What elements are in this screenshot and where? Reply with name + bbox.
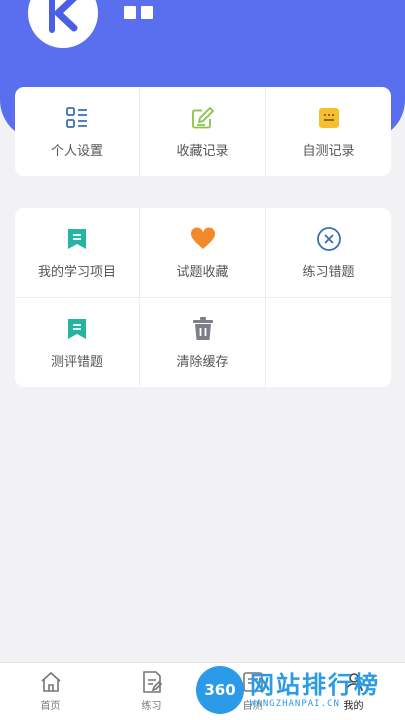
menu-label: 我的学习项目 xyxy=(37,265,116,280)
app-logo-k-icon xyxy=(49,0,78,33)
list-settings-icon xyxy=(63,104,91,132)
bookmark-icon xyxy=(63,315,91,343)
assessment-mistakes-item[interactable]: 测评错题 xyxy=(15,298,140,387)
personal-settings-item[interactable]: 个人设置 xyxy=(15,87,140,176)
watermark-title: 网站排行榜 xyxy=(250,671,380,699)
practice-mistakes-item[interactable]: 练习错题 xyxy=(266,208,391,298)
watermark: 360 网站排行榜 WANGZHANPAI.CN xyxy=(196,660,405,720)
menu-label: 自测记录 xyxy=(302,144,355,159)
home-icon xyxy=(38,669,64,695)
edit-note-icon xyxy=(189,104,217,132)
trash-icon xyxy=(189,315,217,343)
menu-label: 测评错题 xyxy=(50,355,103,370)
tab-label: 练习 xyxy=(141,701,162,712)
menu-label: 清除缓存 xyxy=(176,355,229,370)
clear-cache-item[interactable]: 清除缓存 xyxy=(140,298,266,387)
record-icon xyxy=(315,104,343,132)
self-test-record-item[interactable]: 自测记录 xyxy=(266,87,391,176)
tab-label: 首页 xyxy=(40,701,61,712)
menu-label: 收藏记录 xyxy=(176,144,229,159)
menu-label: 练习错题 xyxy=(302,265,355,280)
close-circle-icon xyxy=(315,225,343,253)
tab-practice[interactable]: 练习 xyxy=(101,663,202,720)
empty-cell xyxy=(266,298,391,387)
heart-icon xyxy=(189,225,217,253)
quick-menu-card: 个人设置 收藏记录 自测记录 xyxy=(15,87,391,176)
menu-label: 试题收藏 xyxy=(176,265,229,280)
bookmark-icon xyxy=(63,225,91,253)
menu-label: 个人设置 xyxy=(50,144,103,159)
tab-home[interactable]: 首页 xyxy=(0,663,101,720)
question-favorites-item[interactable]: 试题收藏 xyxy=(140,208,266,298)
favorites-record-item[interactable]: 收藏记录 xyxy=(140,87,266,176)
practice-icon xyxy=(139,669,165,695)
username xyxy=(124,6,153,19)
watermark-subtitle: WANGZHANPAI.CN xyxy=(250,699,340,709)
study-menu-card: 我的学习项目 试题收藏 练习错题 测评错题 清除缓存 xyxy=(15,208,391,387)
avatar[interactable] xyxy=(28,0,98,48)
watermark-logo: 360 xyxy=(196,666,244,714)
my-study-projects-item[interactable]: 我的学习项目 xyxy=(15,208,140,298)
